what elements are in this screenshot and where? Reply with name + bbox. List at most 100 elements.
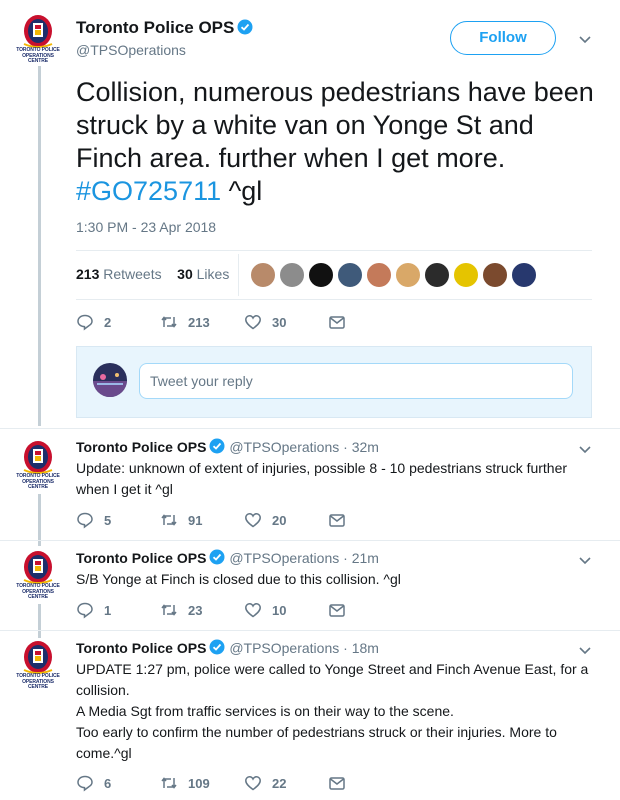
police-crest-icon bbox=[23, 551, 53, 584]
stats-separator bbox=[238, 254, 239, 296]
divider bbox=[76, 299, 592, 300]
hashtag-link[interactable]: #GO725711 bbox=[76, 176, 221, 206]
verified-badge-icon bbox=[209, 639, 225, 655]
retweet-icon bbox=[161, 777, 177, 789]
author-handle[interactable]: @TPSOperations bbox=[229, 439, 339, 455]
retweet-button[interactable]: 213 bbox=[160, 312, 210, 332]
reply-text: UPDATE 1:27 pm, police were called to Yo… bbox=[76, 659, 596, 764]
message-icon bbox=[329, 777, 345, 790]
avatar-caption: TORONTO POLICE OPERATIONS CENTRE bbox=[16, 673, 60, 690]
verified-badge-icon bbox=[209, 438, 225, 454]
heart-icon bbox=[245, 603, 261, 618]
reply-icon bbox=[77, 775, 93, 792]
retweets-stat[interactable]: 213 Retweets bbox=[76, 266, 162, 282]
liker-avatar[interactable] bbox=[308, 262, 334, 288]
avatar-caption: TORONTO POLICE OPERATIONS CENTRE bbox=[16, 47, 60, 64]
direct-message-button[interactable] bbox=[328, 773, 346, 793]
follow-button[interactable]: Follow bbox=[450, 21, 556, 55]
retweet-button[interactable]: 109 bbox=[160, 773, 210, 793]
chevron-down-icon[interactable] bbox=[578, 553, 592, 567]
reply-header: Toronto Police OPS @TPSOperations · 18m bbox=[76, 639, 379, 656]
police-crest-icon bbox=[23, 641, 53, 674]
reply-text: S/B Yonge at Finch is closed due to this… bbox=[76, 571, 401, 587]
author-handle[interactable]: @TPSOperations bbox=[229, 550, 339, 566]
verified-badge-icon bbox=[209, 549, 225, 565]
liker-avatar[interactable] bbox=[279, 262, 305, 288]
direct-message-button[interactable] bbox=[328, 312, 346, 332]
retweet-button[interactable]: 23 bbox=[160, 600, 202, 620]
reply-text-line: Too early to confirm the number of pedes… bbox=[76, 724, 557, 761]
likes-stat[interactable]: 30 Likes bbox=[177, 266, 229, 282]
author-name[interactable]: Toronto Police OPS bbox=[76, 640, 206, 656]
reply-button[interactable]: 2 bbox=[76, 312, 111, 332]
avatar-caption: TORONTO POLICE OPERATIONS CENTRE bbox=[16, 473, 60, 490]
heart-icon bbox=[245, 513, 261, 528]
chevron-down-icon[interactable] bbox=[578, 643, 592, 657]
liker-avatar[interactable] bbox=[250, 262, 276, 288]
author-name[interactable]: Toronto Police OPS bbox=[76, 439, 206, 455]
divider bbox=[0, 630, 620, 631]
chevron-down-icon[interactable] bbox=[578, 32, 592, 46]
avatar[interactable]: TORONTO POLICE OPERATIONS CENTRE bbox=[14, 14, 62, 64]
verified-badge-icon bbox=[237, 19, 253, 35]
reply-button[interactable]: 5 bbox=[76, 510, 111, 530]
reply-time[interactable]: 32m bbox=[352, 439, 379, 455]
avatar[interactable]: TORONTO POLICE OPERATIONS CENTRE bbox=[14, 640, 62, 690]
reply-header: Toronto Police OPS @TPSOperations · 32m bbox=[76, 438, 379, 455]
reply-time[interactable]: 18m bbox=[352, 640, 379, 656]
heart-icon bbox=[245, 315, 261, 330]
author-name[interactable]: Toronto Police OPS bbox=[76, 18, 253, 38]
user-avatar bbox=[93, 363, 127, 397]
liker-avatar[interactable] bbox=[424, 262, 450, 288]
direct-message-button[interactable] bbox=[328, 510, 346, 530]
chevron-down-icon[interactable] bbox=[578, 442, 592, 456]
reply-icon bbox=[77, 512, 93, 529]
reply-icon bbox=[77, 314, 93, 331]
divider bbox=[76, 250, 592, 251]
avatar[interactable]: TORONTO POLICE OPERATIONS CENTRE bbox=[14, 440, 62, 490]
tweet-text: Collision, numerous pedestrians have bee… bbox=[76, 77, 594, 206]
divider bbox=[0, 428, 620, 429]
liker-avatar[interactable] bbox=[482, 262, 508, 288]
thread-line bbox=[38, 494, 41, 546]
reply-time[interactable]: 21m bbox=[352, 550, 379, 566]
author-handle[interactable]: @TPSOperations bbox=[229, 640, 339, 656]
retweet-button[interactable]: 91 bbox=[160, 510, 202, 530]
retweet-icon bbox=[161, 514, 177, 526]
liker-avatar[interactable] bbox=[511, 262, 537, 288]
like-button[interactable]: 30 bbox=[244, 312, 286, 332]
author-name[interactable]: Toronto Police OPS bbox=[76, 550, 206, 566]
engagement-stats: 213 Retweets 30 Likes bbox=[76, 266, 229, 282]
police-crest-icon bbox=[23, 441, 53, 474]
police-crest-icon bbox=[23, 15, 53, 48]
reply-button[interactable]: 1 bbox=[76, 600, 111, 620]
message-icon bbox=[329, 604, 345, 617]
reply-text: Update: unknown of extent of injuries, p… bbox=[76, 460, 568, 497]
avatar[interactable]: TORONTO POLICE OPERATIONS CENTRE bbox=[14, 550, 62, 600]
liker-avatar[interactable] bbox=[453, 262, 479, 288]
like-button[interactable]: 10 bbox=[244, 600, 286, 620]
reply-icon bbox=[77, 602, 93, 619]
author-handle[interactable]: @TPSOperations bbox=[76, 42, 186, 58]
like-button[interactable]: 22 bbox=[244, 773, 286, 793]
avatar-caption: TORONTO POLICE OPERATIONS CENTRE bbox=[16, 583, 60, 600]
reply-header: Toronto Police OPS @TPSOperations · 21m bbox=[76, 549, 379, 566]
thread-line bbox=[38, 604, 41, 638]
liker-avatar[interactable] bbox=[366, 262, 392, 288]
retweet-icon bbox=[161, 316, 177, 328]
thread-line bbox=[38, 66, 41, 426]
direct-message-button[interactable] bbox=[328, 600, 346, 620]
liker-avatar[interactable] bbox=[395, 262, 421, 288]
divider bbox=[0, 540, 620, 541]
message-icon bbox=[329, 514, 345, 527]
heart-icon bbox=[245, 776, 261, 791]
reply-composer: Tweet your reply bbox=[76, 346, 592, 418]
reply-text-line: A Media Sgt from traffic services is on … bbox=[76, 703, 454, 719]
retweet-icon bbox=[161, 604, 177, 616]
reply-text-line: UPDATE 1:27 pm, police were called to Yo… bbox=[76, 661, 589, 698]
like-button[interactable]: 20 bbox=[244, 510, 286, 530]
tweet-timestamp[interactable]: 1:30 PM - 23 Apr 2018 bbox=[76, 219, 216, 235]
reply-button[interactable]: 6 bbox=[76, 773, 111, 793]
reply-input[interactable]: Tweet your reply bbox=[139, 363, 573, 399]
liker-avatar[interactable] bbox=[337, 262, 363, 288]
